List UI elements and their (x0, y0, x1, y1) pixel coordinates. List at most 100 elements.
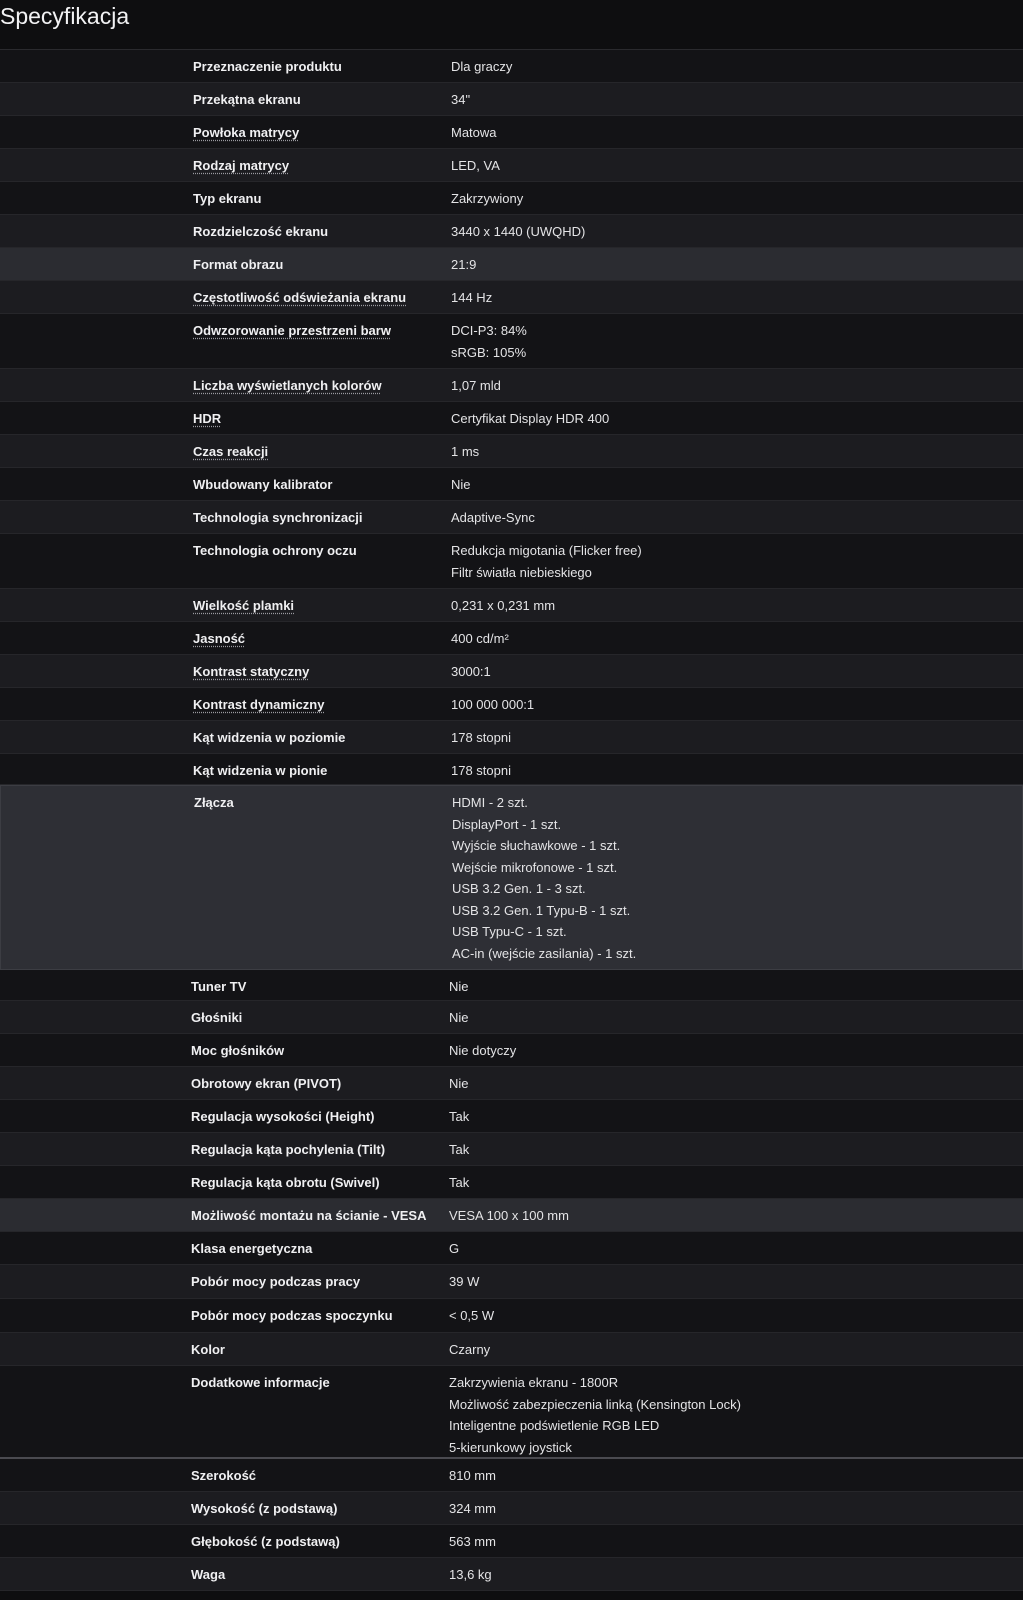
spec-value: Certyfikat Display HDR 400 (451, 408, 609, 430)
spec-label-tooltip[interactable]: HDR (193, 408, 221, 430)
spec-label-tooltip[interactable]: Kontrast statyczny (193, 661, 309, 683)
spec-label-tooltip[interactable]: Czas reakcji (193, 441, 268, 463)
spec-label: Głośniki (191, 1010, 243, 1025)
spec-label: Regulacja kąta pochylenia (Tilt) (191, 1142, 386, 1157)
spec-row: Powłoka matrycy Matowa (0, 116, 1023, 149)
spec-label: Złącza (194, 795, 234, 810)
spec-label: Dodatkowe informacje (191, 1375, 330, 1390)
spec-row: Technologia synchronizacji Adaptive-Sync (0, 501, 1023, 534)
page-title: Specyfikacja (0, 0, 1023, 50)
spec-value-line: Tak (449, 1142, 470, 1157)
spec-label: Regulacja kąta obrotu (Swivel) (191, 1175, 380, 1190)
spec-value-line: 34" (451, 92, 471, 107)
spec-value-line: Nie (449, 979, 469, 994)
spec-value: LED, VA (451, 155, 500, 177)
spec-value-line: Czarny (449, 1342, 491, 1357)
spec-row: Częstotliwość odświeżania ekranu 144 Hz (0, 281, 1023, 314)
spec-value-line: AC-in (wejście zasilania) - 1 szt. (452, 945, 637, 961)
spec-value-line: 178 stopni (451, 763, 511, 778)
spec-value: Nie (449, 1073, 469, 1095)
spec-label: Obrotowy ekran (PIVOT) (191, 1076, 342, 1091)
spec-label: Kąt widzenia w pionie (193, 763, 328, 778)
spec-value-line: Adaptive-Sync (451, 510, 535, 525)
spec-value-line: Certyfikat Display HDR 400 (451, 411, 610, 426)
spec-value-line: 3000:1 (451, 664, 491, 679)
spec-value-line: 400 cd/m² (451, 631, 509, 646)
spec-value-line: Nie (449, 1076, 469, 1091)
spec-row: Kontrast dynamiczny 100 000 000:1 (0, 688, 1023, 721)
spec-value: 3440 x 1440 (UWQHD) (451, 221, 585, 243)
spec-row: Głębokość (z podstawą) 563 mm (0, 1525, 1023, 1558)
spec-row: Regulacja wysokości (Height) Tak (0, 1100, 1023, 1133)
spec-label: Pobór mocy podczas spoczynku (191, 1308, 393, 1323)
spec-row: Głośniki Nie (0, 1001, 1023, 1034)
spec-label: Klasa energetyczna (191, 1241, 313, 1256)
spec-value: 100 000 000:1 (451, 694, 534, 716)
spec-row: Rozdzielczość ekranu 3440 x 1440 (UWQHD) (0, 215, 1023, 248)
spec-value: Zakrzywiony (451, 188, 523, 210)
spec-row: Szerokość 810 mm (0, 1459, 1023, 1492)
spec-value: Nie (451, 474, 471, 496)
spec-value: Matowa (451, 122, 497, 144)
spec-row: Wbudowany kalibrator Nie (0, 468, 1023, 501)
spec-value: Redukcja migotania (Flicker free) Filtr ś… (451, 540, 642, 583)
spec-value: 3000:1 (451, 661, 491, 683)
spec-value: 144 Hz (451, 287, 492, 309)
spec-row: Kontrast statyczny 3000:1 (0, 655, 1023, 688)
spec-value: 39 W (449, 1271, 479, 1293)
spec-row: Klasa energetyczna G (0, 1232, 1023, 1265)
spec-value: 21:9 (451, 254, 476, 276)
spec-label-tooltip[interactable]: Kontrast dynamiczny (193, 694, 324, 716)
spec-row: Waga 13,6 kg (0, 1558, 1023, 1591)
spec-label: Rozdzielczość ekranu (193, 224, 329, 239)
spec-value-line: DCI-P3: 84% (451, 323, 527, 338)
spec-value-line: Możliwość zabezpieczenia linką (Kensingt… (449, 1396, 741, 1412)
spec-value-line: 563 mm (449, 1534, 496, 1549)
spec-value: Tak (449, 1139, 469, 1161)
spec-row: Dodatkowe informacje Zakrzywienia ekranu … (0, 1366, 1023, 1459)
spec-row: Jasność 400 cd/m² (0, 622, 1023, 655)
spec-value-line: Nie (449, 1010, 469, 1025)
spec-value-line: 21:9 (451, 257, 477, 272)
spec-value: Nie dotyczy (449, 1040, 516, 1062)
spec-label-tooltip[interactable]: Rodzaj matrycy (193, 155, 289, 177)
spec-value-line: sRGB: 105% (451, 344, 527, 360)
spec-value-line: < 0,5 W (449, 1308, 495, 1323)
spec-value-line: Nie (451, 477, 471, 492)
spec-value-line: Nie dotyczy (449, 1043, 517, 1058)
spec-value: Czarny (449, 1339, 490, 1361)
spec-value-line: 13,6 kg (449, 1567, 492, 1582)
spec-value: 178 stopni (451, 760, 511, 782)
spec-label: Technologia ochrony oczu (193, 543, 357, 558)
spec-value: HDMI - 2 szt. DisplayPort - 1 szt. Wyjście… (452, 792, 636, 964)
spec-label-tooltip[interactable]: Wielkość plamki (193, 595, 294, 617)
spec-value-line: USB Typu-C - 1 szt. (452, 924, 567, 939)
spec-label: Szerokość (191, 1468, 257, 1483)
spec-value-line: Zakrzywienia ekranu - 1800R (449, 1375, 619, 1390)
spec-row: Przeznaczenie produktu Dla graczy (0, 50, 1023, 83)
spec-row: Czas reakcji 1 ms (0, 435, 1023, 468)
spec-value: Adaptive-Sync (451, 507, 535, 529)
spec-label: Możliwość montażu na ścianie - VESA (191, 1208, 427, 1223)
spec-value-line: 0,231 x 0,231 mm (451, 598, 556, 613)
spec-label-tooltip[interactable]: Częstotliwość odświeżania ekranu (193, 287, 406, 309)
spec-value: G (449, 1238, 459, 1260)
spec-row: Typ ekranu Zakrzywiony (0, 182, 1023, 215)
spec-value: < 0,5 W (449, 1305, 494, 1327)
spec-value: VESA 100 x 100 mm (449, 1205, 569, 1227)
spec-value: 13,6 kg (449, 1564, 492, 1586)
spec-label-tooltip[interactable]: Powłoka matrycy (193, 122, 299, 144)
spec-label: Wysokość (z podstawą) (191, 1501, 338, 1516)
spec-label: Tuner TV (191, 979, 247, 994)
spec-label-tooltip[interactable]: Liczba wyświetlanych kolorów (193, 375, 382, 397)
spec-value: Nie (449, 1007, 469, 1029)
spec-value: 34" (451, 89, 470, 111)
spec-value-line: Matowa (451, 125, 497, 140)
spec-value: Nie (449, 976, 469, 998)
spec-value-line: 810 mm (449, 1468, 496, 1483)
spec-label-tooltip[interactable]: Odwzorowanie przestrzeni barw (193, 320, 391, 342)
spec-value-line: G (449, 1241, 460, 1256)
spec-value: 324 mm (449, 1498, 496, 1520)
spec-table: Przeznaczenie produktu Dla graczy Przekątn… (0, 50, 1023, 1591)
spec-label-tooltip[interactable]: Jasność (193, 628, 245, 650)
